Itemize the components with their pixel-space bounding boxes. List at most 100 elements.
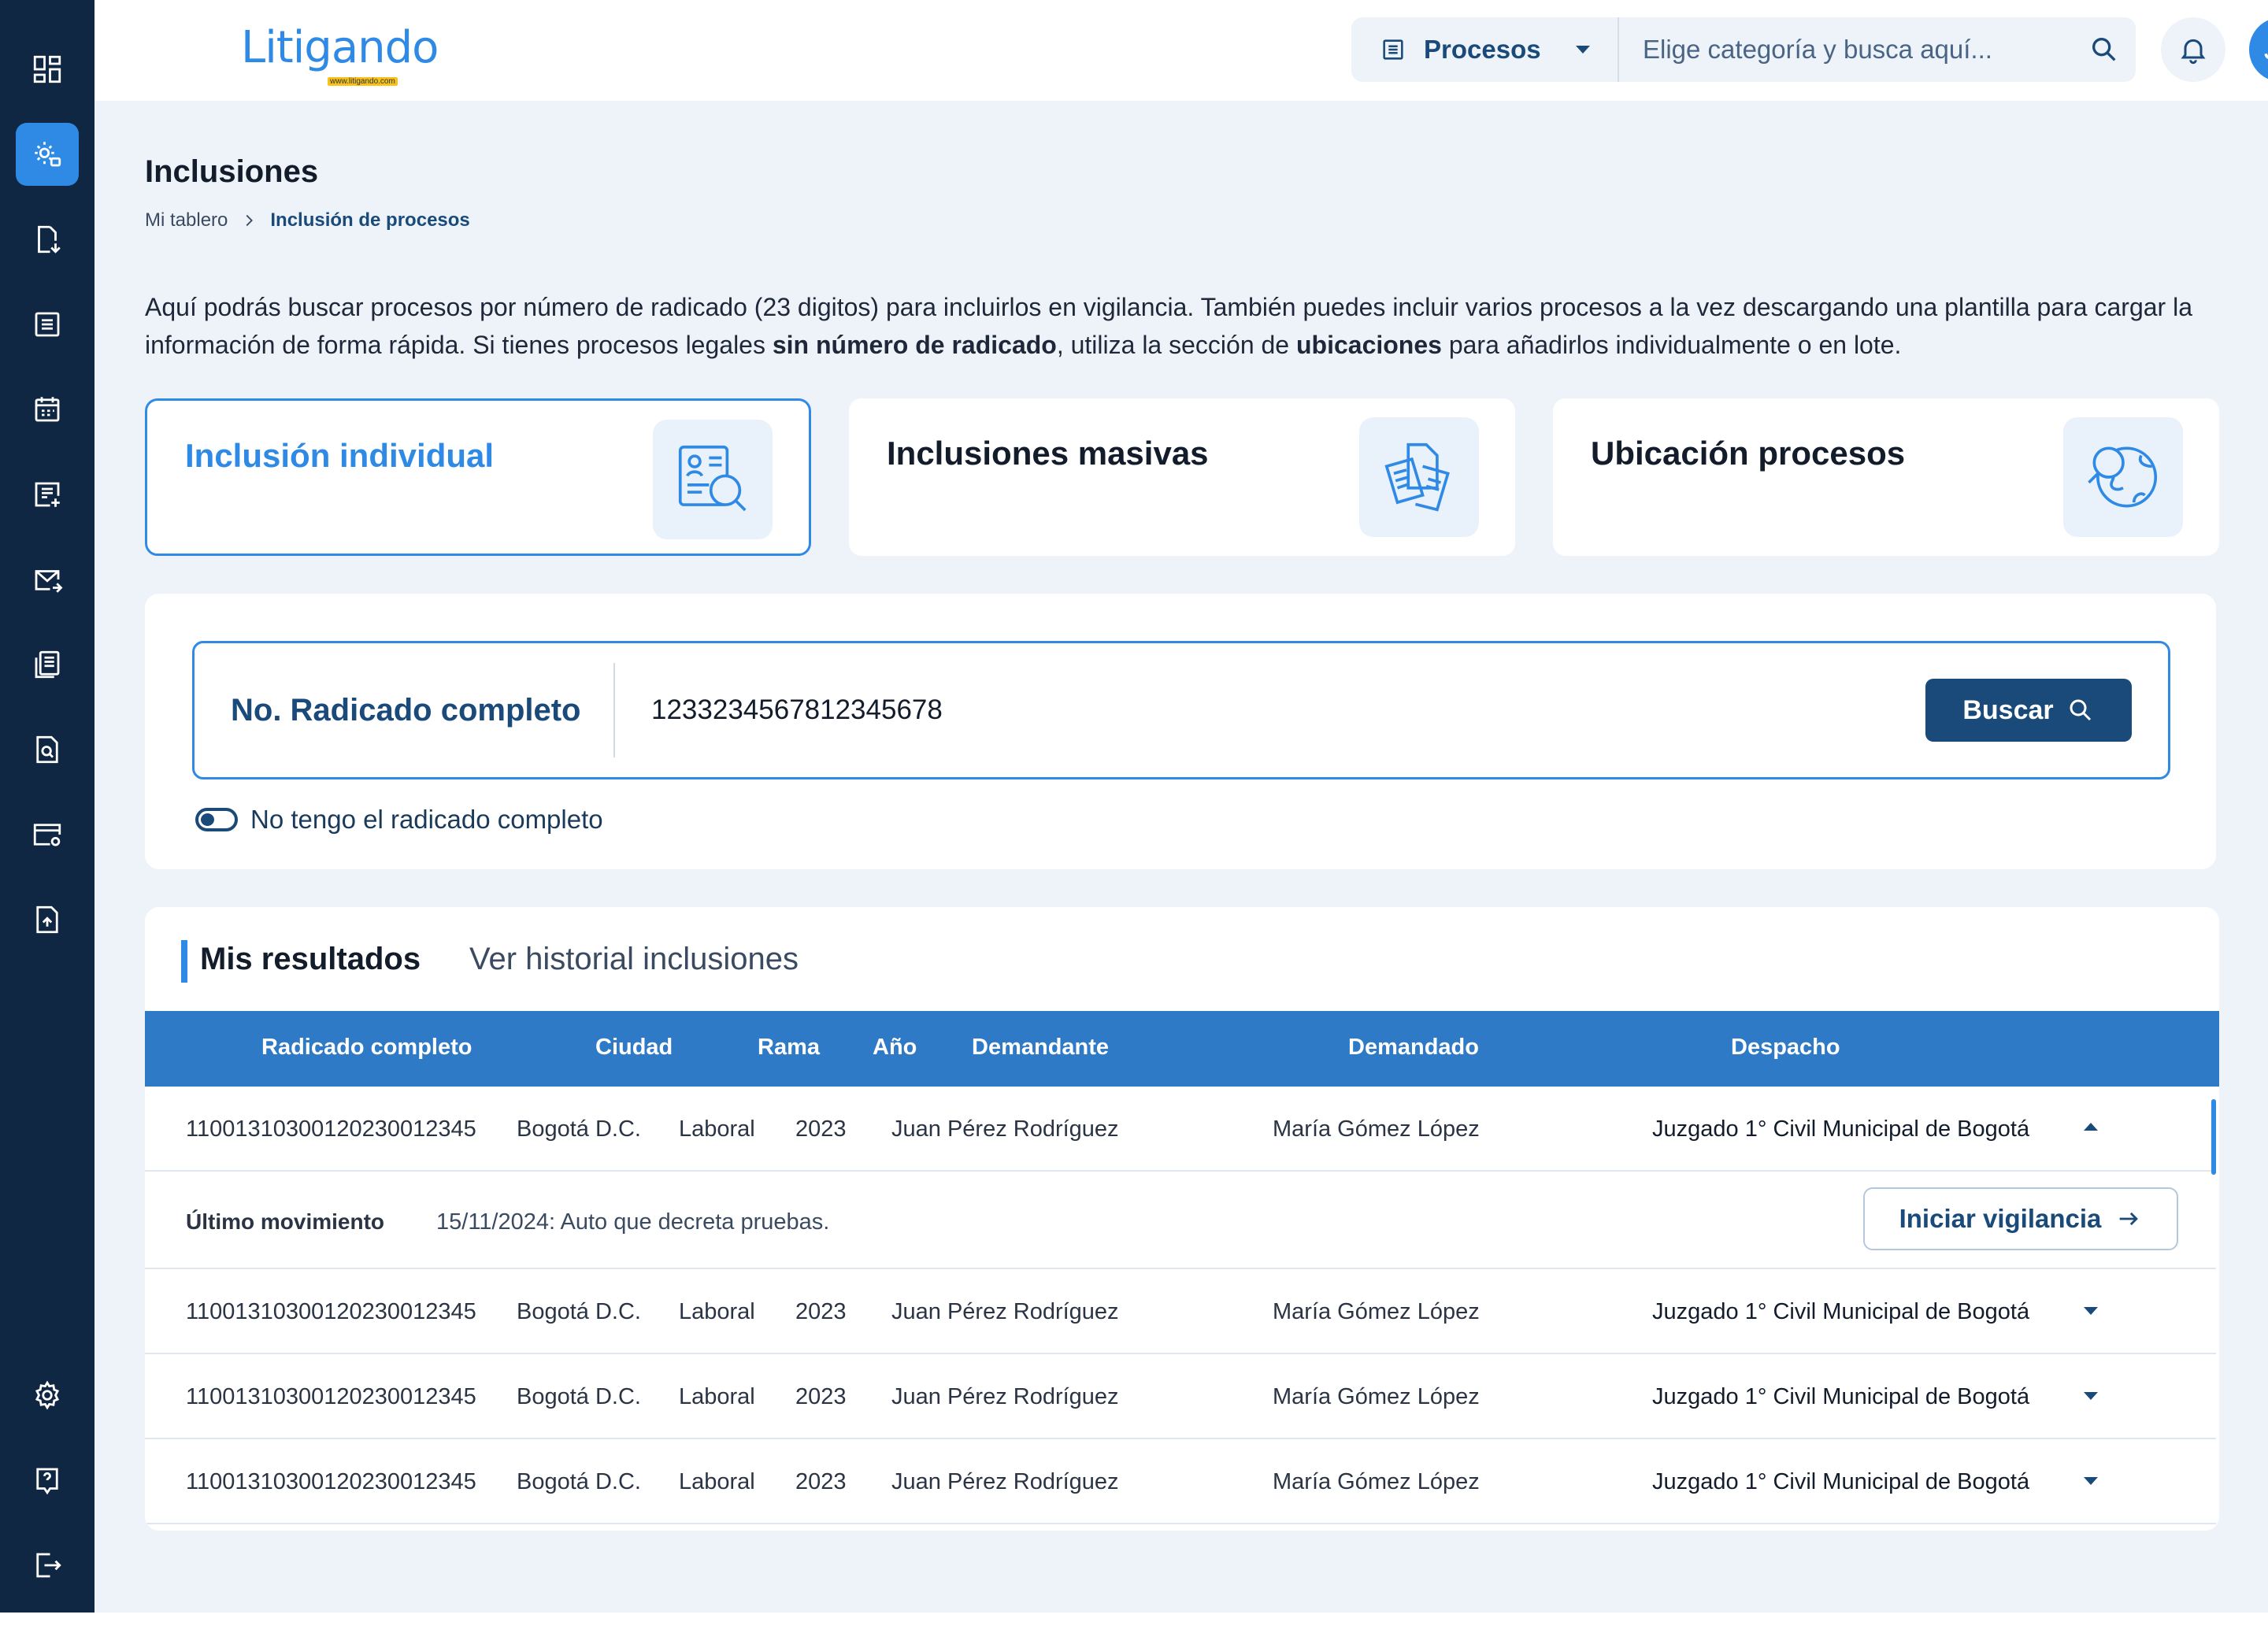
card-title: Inclusión individual xyxy=(185,437,495,474)
row-detail: Último movimiento 15/11/2024: Auto que d… xyxy=(145,1173,2216,1269)
avatar[interactable]: JP xyxy=(2249,17,2268,82)
sidebar-mail[interactable] xyxy=(16,548,79,611)
help-icon xyxy=(36,1468,58,1495)
cell-despacho: Juzgado 1° Civil Municipal de Bogotá xyxy=(1652,1116,2030,1142)
cell-demandante: Juan Pérez Rodríguez xyxy=(891,1299,1119,1324)
cell-despacho: Juzgado 1° Civil Municipal de Bogotá xyxy=(1652,1469,2030,1494)
sidebar-search-doc[interactable] xyxy=(16,718,79,781)
cell-despacho: Juzgado 1° Civil Municipal de Bogotá xyxy=(1652,1299,2030,1324)
cell-ciudad: Bogotá D.C. xyxy=(517,1384,641,1409)
search-input[interactable] xyxy=(1619,35,2073,65)
col-anio: Año xyxy=(873,1035,917,1060)
sidebar-calendar[interactable] xyxy=(16,378,79,441)
cell-rama: Laboral xyxy=(679,1384,755,1409)
notifications-button[interactable] xyxy=(2161,17,2225,82)
cell-demandado: María Gómez López xyxy=(1273,1469,1480,1494)
sidebar-add-list[interactable] xyxy=(16,463,79,526)
table-row[interactable]: 11001310300120230012345 Bogotá D.C. Labo… xyxy=(145,1354,2216,1439)
category-select[interactable]: Procesos xyxy=(1351,17,1619,82)
chevron-down-icon xyxy=(1575,46,1590,54)
arrow-right-icon xyxy=(2120,1212,2139,1226)
chevron-down-icon[interactable] xyxy=(2084,1392,2098,1400)
document-search-icon xyxy=(653,420,773,539)
logo[interactable]: Litigando www.litigando.com xyxy=(241,22,439,86)
chevron-down-icon[interactable] xyxy=(2084,1307,2098,1315)
sidebar-list[interactable] xyxy=(16,293,79,356)
sidebar-logout[interactable] xyxy=(16,1534,79,1597)
cell-radicado: 11001310300120230012345 xyxy=(186,1384,476,1409)
table-row[interactable]: 11001310300120230012345 Bogotá D.C. Labo… xyxy=(145,1269,2216,1354)
logo-text: Litigando xyxy=(241,22,439,73)
iniciar-vigilancia-button[interactable]: Iniciar vigilancia xyxy=(1863,1187,2178,1250)
cell-ciudad: Bogotá D.C. xyxy=(517,1469,641,1494)
card-title: Ubicación procesos xyxy=(1591,435,1906,472)
iniciar-vigilancia-label: Iniciar vigilancia xyxy=(1899,1204,2102,1233)
cell-demandante: Juan Pérez Rodríguez xyxy=(891,1384,1119,1409)
file-search-icon xyxy=(36,735,58,764)
table-row[interactable]: 11001310300120230012345 Bogotá D.C. Labo… xyxy=(145,1087,2216,1175)
logout-icon xyxy=(36,1553,61,1578)
cell-rama: Laboral xyxy=(679,1116,755,1142)
search-button[interactable] xyxy=(2073,17,2136,82)
mail-icon xyxy=(35,570,63,593)
list-add-icon xyxy=(35,482,60,507)
intro-part-3: para añadirlos individualmente o en lote… xyxy=(1441,331,1902,359)
search-icon xyxy=(2070,699,2091,721)
intro-part-2: , utiliza la sección de xyxy=(1056,331,1296,359)
active-tab-indicator xyxy=(181,940,187,983)
dashboard-icon xyxy=(33,55,61,83)
cell-ciudad: Bogotá D.C. xyxy=(517,1299,641,1324)
sidebar-inclusiones[interactable] xyxy=(16,123,79,186)
sidebar-dashboard[interactable] xyxy=(16,38,79,101)
intro-bold-1: sin número de radicado xyxy=(772,331,1057,359)
cell-demandado: María Gómez López xyxy=(1273,1299,1480,1324)
sidebar-help[interactable] xyxy=(16,1449,79,1512)
buscar-button[interactable]: Buscar xyxy=(1925,679,2132,742)
chevron-down-icon[interactable] xyxy=(2084,1477,2098,1485)
col-demandante: Demandante xyxy=(972,1035,1110,1060)
partial-radicado-toggle-row: No tengo el radicado completo xyxy=(195,805,603,835)
cell-rama: Laboral xyxy=(679,1299,755,1324)
cell-anio: 2023 xyxy=(795,1384,847,1409)
cell-radicado: 11001310300120230012345 xyxy=(186,1469,476,1494)
card-ubicacion-procesos[interactable]: Ubicación procesos xyxy=(1553,398,2219,556)
tab-historial[interactable]: Ver historial inclusiones xyxy=(469,942,799,977)
col-ciudad: Ciudad xyxy=(595,1035,673,1060)
bell-icon xyxy=(2181,39,2206,65)
table-row[interactable]: 11001310300120230012345 Bogotá D.C. Labo… xyxy=(145,1439,2216,1524)
sidebar-upload[interactable] xyxy=(16,888,79,951)
results-panel: Mis resultados Ver historial inclusiones… xyxy=(145,907,2219,1531)
cell-demandante: Juan Pérez Rodríguez xyxy=(891,1116,1119,1142)
cell-anio: 2023 xyxy=(795,1299,847,1324)
cell-demandante: Juan Pérez Rodríguez xyxy=(891,1469,1119,1494)
global-search: Procesos xyxy=(1351,17,2136,82)
cell-demandado: María Gómez López xyxy=(1273,1384,1480,1409)
sidebar-documents[interactable] xyxy=(16,633,79,696)
sidebar-settings[interactable] xyxy=(16,1364,79,1427)
breadcrumb-home[interactable]: Mi tablero xyxy=(145,209,228,231)
buscar-label: Buscar xyxy=(1962,694,2054,725)
detail-label: Último movimiento xyxy=(186,1209,385,1234)
col-radicado: Radicado completo xyxy=(261,1035,472,1060)
file-download-icon xyxy=(38,225,61,254)
breadcrumb-current: Inclusión de procesos xyxy=(270,209,470,231)
cell-demandado: María Gómez López xyxy=(1273,1116,1480,1142)
chevron-up-icon[interactable] xyxy=(2084,1123,2098,1131)
calendar-icon xyxy=(35,397,60,422)
radicado-input[interactable] xyxy=(615,694,1925,726)
cell-rama: Laboral xyxy=(679,1469,755,1494)
cell-radicado: 11001310300120230012345 xyxy=(186,1116,476,1142)
sidebar-payments[interactable] xyxy=(16,803,79,866)
globe-search-icon xyxy=(2063,417,2183,537)
sidebar-download-doc[interactable] xyxy=(16,208,79,271)
list-icon xyxy=(1383,39,1403,60)
col-demandado: Demandado xyxy=(1348,1035,1479,1060)
card-inclusion-individual[interactable]: Inclusión individual xyxy=(145,398,811,556)
table-header: Radicado completo Ciudad Rama Año Demand… xyxy=(145,1011,2219,1087)
partial-radicado-toggle[interactable] xyxy=(195,808,238,831)
category-label: Procesos xyxy=(1424,35,1541,64)
card-inclusiones-masivas[interactable]: Inclusiones masivas xyxy=(849,398,1515,556)
tab-mis-resultados[interactable]: Mis resultados xyxy=(200,942,421,977)
main-content: Inclusiones Mi tablero Inclusión de proc… xyxy=(94,101,2268,1613)
settings-lock-icon xyxy=(35,142,61,167)
